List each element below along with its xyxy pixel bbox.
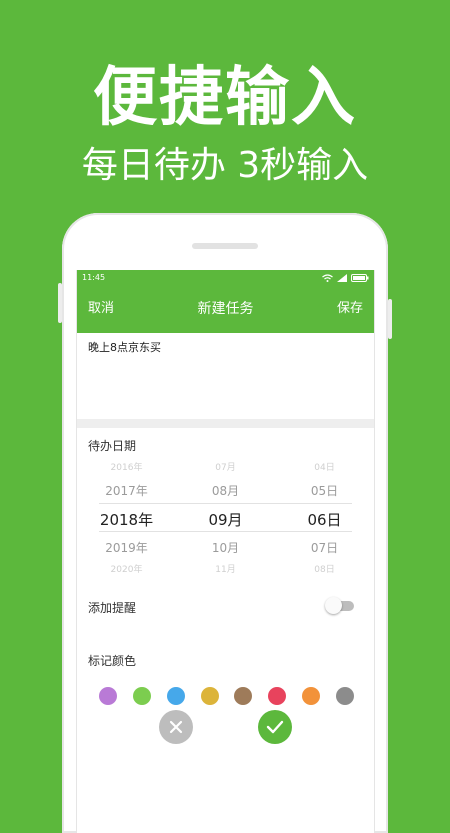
date-section-label: 待办日期 [88, 439, 137, 453]
phone-side-button [58, 283, 62, 323]
date-picker[interactable]: 2016年 07月 04日 2017年 08月 05日 2018年 09月 06… [77, 460, 374, 588]
picker-year[interactable]: 2019年 [77, 539, 176, 556]
picker-month[interactable]: 10月 [176, 539, 275, 556]
picker-year[interactable]: 2016年 [77, 460, 176, 473]
color-swatch-purple[interactable] [99, 687, 117, 705]
color-swatch-brown[interactable] [234, 687, 253, 705]
phone-side-button [388, 299, 392, 339]
status-bar: 11:45 [77, 270, 374, 285]
color-section-label: 标记颜色 [88, 654, 137, 668]
picker-row[interactable]: 2017年 08月 05日 [77, 482, 374, 499]
color-swatch-yellow[interactable] [200, 687, 219, 705]
section-divider [77, 419, 374, 428]
picker-month[interactable]: 08月 [176, 482, 275, 499]
battery-icon [351, 273, 369, 282]
color-palette [77, 687, 374, 705]
picker-day[interactable]: 06日 [275, 509, 374, 530]
promo-headline: 便捷输入 [93, 61, 357, 135]
reminder-label: 添加提醒 [88, 601, 137, 615]
picker-day[interactable]: 08日 [275, 562, 374, 575]
close-icon [169, 720, 183, 734]
status-time: 11:45 [82, 273, 106, 282]
color-swatch-blue[interactable] [166, 687, 185, 705]
app-toolbar: 取消 新建任务 保存 [77, 285, 374, 333]
phone-speaker [192, 243, 258, 249]
picker-year[interactable]: 2018年 [77, 509, 176, 530]
picker-row[interactable]: 2020年 11月 08日 [77, 562, 374, 575]
color-swatch-red[interactable] [268, 687, 287, 705]
task-input[interactable]: 晚上8点京东买 [77, 333, 374, 419]
picker-row-selected[interactable]: 2018年 09月 06日 [77, 509, 374, 530]
color-swatch-orange[interactable] [302, 687, 321, 705]
action-bar [77, 710, 374, 750]
promo-subline: 每日待办 3秒输入 [81, 145, 369, 186]
picker-month[interactable]: 11月 [176, 562, 275, 575]
phone-frame: 11:45 取消 新建任务 保存 晚上8点京东买 待办日期 2016年 07月 … [58, 213, 392, 833]
confirm-button[interactable] [258, 710, 292, 744]
picker-month[interactable]: 07月 [176, 460, 275, 473]
picker-selection-line [99, 531, 352, 532]
discard-button[interactable] [159, 710, 193, 744]
picker-month[interactable]: 09月 [176, 509, 275, 530]
toolbar-title: 新建任务 [197, 301, 254, 317]
picker-year[interactable]: 2017年 [77, 482, 176, 499]
picker-day[interactable]: 07日 [275, 539, 374, 556]
wifi-icon [322, 273, 333, 282]
signal-icon [337, 273, 347, 282]
reminder-row[interactable]: 添加提醒 [77, 588, 374, 626]
save-button[interactable]: 保存 [337, 285, 363, 333]
picker-row[interactable]: 2019年 10月 07日 [77, 539, 374, 556]
check-icon [266, 720, 284, 734]
reminder-toggle-knob[interactable] [325, 597, 342, 614]
color-swatch-gray[interactable] [335, 687, 354, 705]
picker-year[interactable]: 2020年 [77, 562, 176, 575]
picker-day[interactable]: 04日 [275, 460, 374, 473]
app-screen: 11:45 取消 新建任务 保存 晚上8点京东买 待办日期 2016年 07月 … [76, 270, 375, 833]
picker-day[interactable]: 05日 [275, 482, 374, 499]
picker-row[interactable]: 2016年 07月 04日 [77, 460, 374, 473]
color-swatch-green[interactable] [132, 687, 151, 705]
picker-selection-line [99, 503, 352, 504]
